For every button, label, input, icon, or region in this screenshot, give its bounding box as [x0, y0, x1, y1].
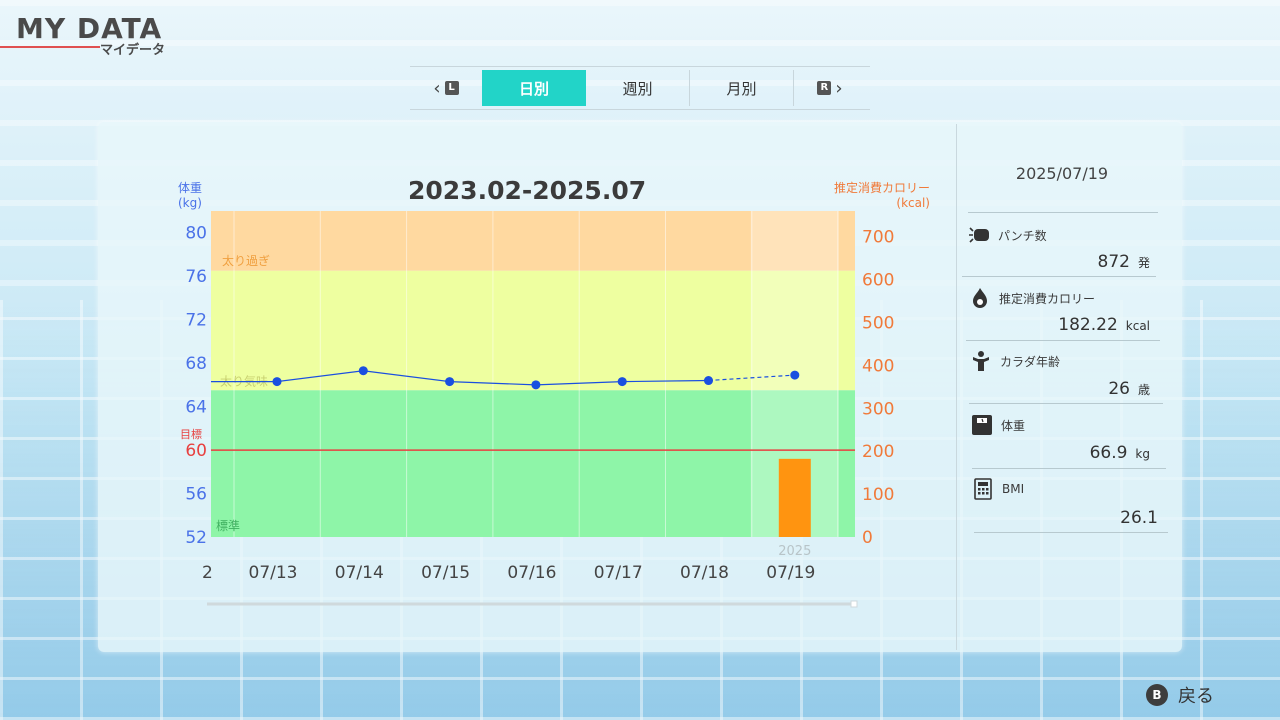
detail-label-text: BMI — [1002, 482, 1025, 496]
detail-value-1: 872 発 — [980, 252, 1150, 272]
detail-value-number: 26 — [1108, 379, 1130, 399]
detail-date: 2025/07/19 — [1015, 164, 1109, 183]
b-button-icon: B — [1146, 684, 1168, 706]
detail-separator — [974, 532, 1168, 533]
x-tick-label: 07/13 — [249, 563, 298, 583]
detail-label-text: カラダ年齢 — [1000, 354, 1061, 369]
detail-value-number: 26.1 — [1120, 508, 1158, 528]
weight-calorie-chart[interactable]: 太り過ぎ太り気味標準 80 76 72 68 64 60 56 52 700 600 500 400 30… — [0, 0, 1280, 720]
detail-value-unit: kcal — [1125, 319, 1150, 333]
detail-label-3: カラダ年齢 — [970, 350, 1060, 372]
calorie-bar — [778, 458, 811, 537]
detail-value-2: 182.22 kcal — [980, 315, 1150, 335]
right-tick-label: 300 — [862, 399, 894, 419]
back-label: 戻る — [1178, 686, 1214, 707]
detail-label-1: パンチ数 — [968, 224, 1047, 246]
detail-label-5: BMI — [972, 478, 1024, 500]
x-tick-label: 07/16 — [507, 563, 556, 583]
left-tick-label: 56 — [185, 485, 207, 505]
right-tick-label: 500 — [862, 314, 894, 334]
detail-separator — [972, 468, 1166, 469]
detail-separator — [969, 403, 1163, 404]
right-tick-label: 0 — [862, 528, 873, 548]
zone-label-normal: 標準 — [216, 518, 240, 533]
detail-value-4: 66.9 kg — [980, 443, 1150, 463]
detail-value-unit: kg — [1135, 447, 1150, 461]
right-tick-label: 400 — [862, 356, 894, 376]
back-button[interactable]: B 戻る — [1146, 682, 1214, 708]
punch-icon — [968, 224, 990, 246]
detail-separator — [966, 340, 1160, 341]
x-tick-label: 2 — [202, 563, 213, 583]
weight-point — [272, 377, 282, 387]
detail-label-4: 体重 — [971, 414, 1025, 436]
calculator-icon — [972, 478, 994, 500]
right-tick-label: 600 — [862, 271, 894, 291]
left-tick-label: 76 — [185, 267, 207, 287]
chart-scrollbar-thumb — [850, 600, 858, 608]
left-tick-label: 68 — [185, 354, 207, 374]
x-tick-label: 07/19 — [766, 563, 815, 583]
left-tick-label: 72 — [185, 311, 207, 331]
x-tick-label: 07/14 — [335, 563, 384, 583]
left-tick-label: 80 — [185, 224, 207, 244]
x-tick-label: 07/17 — [594, 563, 643, 583]
weight-point — [704, 376, 713, 386]
detail-value-unit: 発 — [1137, 256, 1150, 270]
detail-value-3: 26 歳 — [980, 379, 1150, 399]
detail-label-text: パンチ数 — [998, 228, 1047, 243]
x-tick-label: 07/15 — [421, 563, 470, 583]
x-tick-label: 07/18 — [680, 563, 729, 583]
weight-point — [790, 370, 800, 380]
zone-label-slight: 太り気味 — [220, 373, 268, 388]
detail-separator — [962, 276, 1156, 277]
left-tick-label: 60 — [185, 441, 207, 461]
detail-value-number: 182.22 — [1058, 315, 1118, 335]
right-tick-label: 200 — [862, 442, 894, 462]
left-tick-label: 52 — [185, 528, 207, 548]
detail-label-2: 推定消費カロリー — [969, 287, 1095, 309]
right-tick-label: 100 — [862, 485, 894, 505]
weight-point — [358, 366, 368, 376]
detail-value-number: 872 — [1097, 252, 1130, 272]
weight-point — [617, 377, 627, 387]
detail-value-5: 26.1 — [980, 508, 1158, 528]
detail-separator — [968, 212, 1158, 213]
detail-value-unit: 歳 — [1137, 383, 1150, 397]
detail-label-text: 推定消費カロリー — [999, 291, 1096, 306]
detail-value-number: 66.9 — [1089, 443, 1128, 463]
detail-label-text: 体重 — [1001, 418, 1026, 433]
right-tick-label: 700 — [862, 228, 894, 248]
zone-label-over: 太り過ぎ — [222, 253, 270, 268]
left-tick-label: 64 — [185, 398, 207, 418]
year-label: 2025 — [778, 544, 811, 559]
weight-point — [531, 380, 541, 390]
body-icon — [970, 350, 992, 372]
weight-point — [445, 377, 455, 387]
flame-icon — [969, 287, 991, 309]
scale-icon — [971, 414, 993, 436]
